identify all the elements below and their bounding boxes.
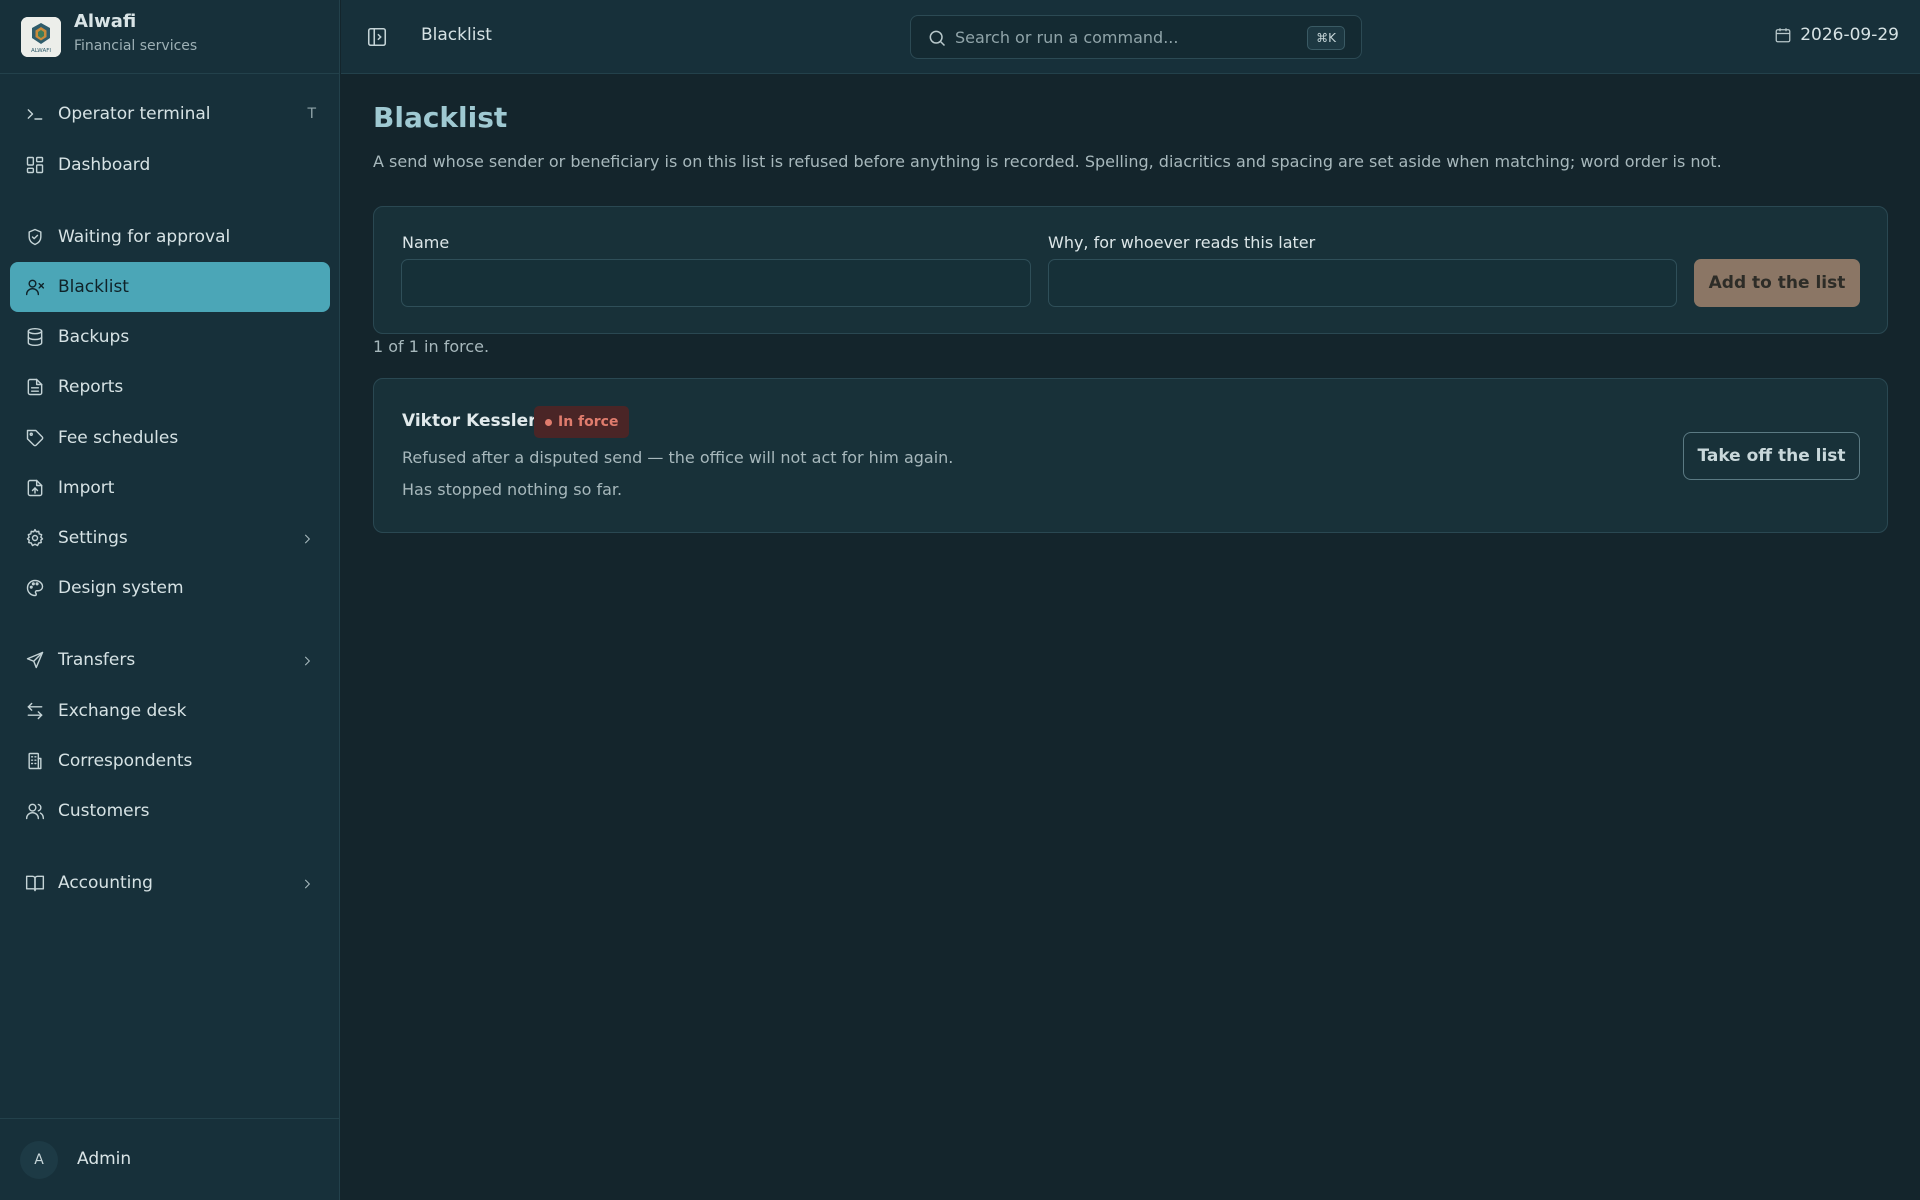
status-dot [545, 418, 552, 426]
brand-subtitle: Financial services [74, 38, 198, 54]
users-icon [24, 800, 46, 822]
sidebar-item-label: Waiting for approval [58, 227, 231, 247]
reason-input[interactable] [1048, 259, 1677, 307]
sidebar-item-label: Fee schedules [58, 428, 179, 448]
sidebar-item-label: Transfers [58, 650, 136, 670]
sidebar-item-label: Backups [58, 327, 130, 347]
entry-stat: Has stopped nothing so far. [402, 480, 623, 499]
sidebar-item-transfers[interactable]: Transfers [10, 635, 330, 685]
sidebar-item-customers[interactable]: Customers [10, 786, 330, 836]
sidebar-item-label: Blacklist [58, 277, 129, 297]
palette-icon [24, 577, 46, 599]
sidebar-item-blacklist[interactable]: Blacklist [10, 262, 330, 312]
dashboard-icon [24, 154, 46, 176]
date-display[interactable]: 2026-09-29 [1774, 25, 1899, 45]
sidebar-item-label: Settings [58, 528, 128, 548]
sidebar-item-label: Reports [58, 377, 124, 397]
search-input[interactable] [955, 16, 1295, 58]
sidebar-item-accounting[interactable]: Accounting [10, 858, 330, 908]
blacklist-entry: Viktor Kessler In force Refused after a … [373, 378, 1888, 533]
gear-icon [24, 527, 46, 549]
sidebar-item-label: Operator terminal [58, 104, 211, 124]
name-input[interactable] [401, 259, 1031, 307]
sidebar-item-reports[interactable]: Reports [10, 362, 330, 412]
send-icon [24, 649, 46, 671]
page-title: Blacklist [373, 101, 508, 134]
sidebar-item-label: Exchange desk [58, 701, 187, 721]
sidebar-item-label: Import [58, 478, 115, 498]
sidebar-item-operator-terminal[interactable]: Operator terminal T [10, 89, 330, 139]
brand-name: Alwafi [74, 11, 137, 32]
sidebar-item-correspondents[interactable]: Correspondents [10, 736, 330, 786]
reason-label: Why, for whoever reads this later [1048, 233, 1316, 252]
sidebar-item-fee-schedules[interactable]: Fee schedules [10, 413, 330, 463]
calendar-icon [1775, 28, 1791, 43]
user-name: Admin [77, 1149, 132, 1169]
svg-text:ALWAFI: ALWAFI [31, 48, 51, 54]
name-label: Name [402, 233, 450, 252]
sidebar-item-design-system[interactable]: Design system [10, 563, 330, 613]
search-icon [927, 28, 947, 48]
command-search[interactable]: ⌘K [910, 15, 1362, 59]
user-x-icon [24, 276, 46, 298]
file-upload-icon [24, 477, 46, 499]
user-menu[interactable]: A Admin [0, 1118, 340, 1200]
book-open-icon [24, 872, 46, 894]
chevron-right-icon [300, 531, 314, 545]
sidebar-item-label: Accounting [58, 873, 153, 893]
sidebar-item-backups[interactable]: Backups [10, 312, 330, 362]
sidebar: ALWAFI Alwafi Financial services Operato… [0, 0, 340, 1200]
chevron-right-icon [300, 876, 314, 890]
entry-reason: Refused after a disputed send — the offi… [402, 448, 954, 467]
file-text-icon [24, 376, 46, 398]
entry-name: Viktor Kessler [402, 411, 537, 431]
sidebar-item-settings[interactable]: Settings [10, 513, 330, 563]
sidebar-item-label: Design system [58, 578, 184, 598]
building-icon [24, 750, 46, 772]
sidebar-item-label: Customers [58, 801, 150, 821]
take-off-list-button[interactable]: Take off the list [1683, 432, 1860, 480]
add-to-list-button[interactable]: Add to the list [1694, 259, 1860, 307]
status-label: In force [558, 414, 619, 430]
count-summary: 1 of 1 in force. [373, 337, 490, 356]
arrows-exchange-icon [24, 700, 46, 722]
sidebar-item-waiting-for-approval[interactable]: Waiting for approval [10, 212, 330, 262]
brand-header: ALWAFI Alwafi Financial services [0, 0, 340, 74]
shield-check-icon [24, 226, 46, 248]
page-description: A send whose sender or beneficiary is on… [373, 152, 1722, 171]
terminal-icon [24, 103, 46, 125]
tag-icon [24, 427, 46, 449]
brand-logo: ALWAFI [21, 17, 61, 57]
sidebar-item-label: Dashboard [58, 155, 151, 175]
shortcut-hint: T [307, 106, 316, 122]
current-date: 2026-09-29 [1800, 25, 1899, 45]
database-icon [24, 326, 46, 348]
sidebar-item-import[interactable]: Import [10, 463, 330, 513]
breadcrumb: Blacklist [421, 25, 492, 45]
add-entry-form: Name Why, for whoever reads this later A… [373, 206, 1888, 334]
status-badge: In force [534, 406, 630, 438]
chevron-right-icon [300, 653, 314, 667]
sidebar-item-label: Correspondents [58, 751, 193, 771]
shortcut-badge: ⌘K [1307, 26, 1345, 50]
sidebar-item-exchange-desk[interactable]: Exchange desk [10, 686, 330, 736]
sidebar-toggle-icon[interactable] [366, 26, 388, 48]
avatar: A [20, 1141, 58, 1179]
top-bar: Blacklist ⌘K 2026-09-29 [341, 0, 1920, 74]
sidebar-item-dashboard[interactable]: Dashboard [10, 140, 330, 190]
